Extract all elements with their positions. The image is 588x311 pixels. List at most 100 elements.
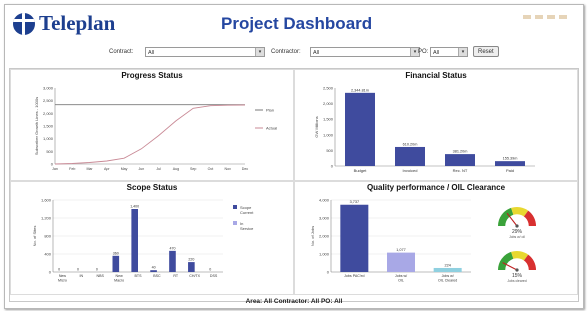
- teleplan-logo-icon: [13, 12, 35, 35]
- x-tick-label: Sep: [190, 167, 196, 171]
- financial-chart: 0 500 1,000 1,500 2,000 2,500 GW Millions 2,344…: [314, 86, 535, 173]
- bar: [340, 204, 369, 272]
- gauge-caption: Jobs cleared: [507, 279, 526, 283]
- x-tick-label: Macro: [114, 279, 124, 283]
- dashboard-window: Teleplan Project Dashboard Contract: All…: [4, 4, 584, 309]
- x-tick-label: RT: [173, 274, 179, 278]
- scope-chart: 04008001,2001,600No. of Sites0NewMicro0I…: [32, 198, 254, 283]
- y-tick-label: 0: [51, 162, 54, 167]
- x-tick-label: New: [59, 274, 67, 278]
- data-label: 220: [188, 258, 194, 262]
- x-tick-label: Jun: [138, 167, 144, 171]
- data-label: 360: [113, 251, 119, 255]
- y-tick-label: 1,600: [41, 198, 52, 203]
- y-axis-title: Subscriber Growth Lines - 1000s: [34, 97, 39, 155]
- bar: [387, 252, 415, 272]
- y-tick-label: 3,000: [43, 86, 54, 91]
- quality-panel: Quality performance / OIL Clearance 0 1,0…: [294, 181, 578, 295]
- contract-select[interactable]: All ▾: [145, 47, 265, 57]
- logo-text: Teleplan: [39, 11, 116, 35]
- po-select[interactable]: All ▾: [430, 47, 468, 57]
- contract-label: Contract:: [109, 49, 134, 55]
- financial-panel-title: Financial Status: [405, 71, 467, 80]
- legend-label: Service: [240, 226, 254, 231]
- bar: [169, 250, 176, 272]
- x-tick-label: Invoiced: [403, 168, 418, 173]
- x-tick-label: Jobs w/: [395, 274, 407, 278]
- x-tick-label: Micro: [58, 279, 67, 283]
- y-tick-label: 1,000: [319, 252, 330, 257]
- x-tick-label: New: [116, 274, 124, 278]
- quality-chart: 0 1,000 2,000 3,000 4,000 No. of Jobs 3,737 Job…: [310, 198, 537, 283]
- data-label: 0: [77, 268, 79, 272]
- y-tick-label: 1,500: [323, 117, 334, 122]
- data-label: 1,077: [396, 248, 406, 252]
- bar: [433, 267, 462, 272]
- y-tick-label: 1,000: [43, 136, 54, 141]
- progress-panel: Progress Status 0 500 1,000 1,500 2,000 2,500…: [10, 69, 294, 181]
- y-tick-label: 2,000: [43, 111, 54, 116]
- y-tick-label: 500: [46, 149, 53, 154]
- y-tick-label: 2,500: [43, 98, 54, 103]
- data-label: 0: [96, 268, 98, 272]
- filter-summary: Area: All Contractor: All PO: All: [245, 298, 343, 305]
- po-select-value: All: [433, 50, 440, 56]
- x-tick-label: Rec. NT: [453, 168, 468, 173]
- y-tick-label: 2,000: [323, 101, 334, 106]
- x-tick-label: May: [121, 167, 128, 171]
- chevron-down-icon[interactable]: ▾: [255, 48, 264, 56]
- data-label: 381.20m: [453, 150, 468, 154]
- y-axis-title: GW Millions: [314, 116, 319, 137]
- y-tick-label: 400: [44, 252, 51, 257]
- y-tick-label: 1,000: [323, 132, 334, 137]
- gauge-hub: [515, 268, 519, 272]
- data-label: 2,344.81m: [351, 88, 369, 92]
- data-label: 0: [209, 268, 211, 272]
- chevron-down-icon[interactable]: ▾: [458, 48, 467, 56]
- quality-panel-title: Quality performance / OIL Clearance: [366, 183, 506, 192]
- y-tick-label: 0: [327, 270, 330, 275]
- financial-panel: Financial Status 0 500 1,000 1,500 2,000 2,50…: [294, 69, 578, 181]
- gauge-caption: Jobs w/ oil: [509, 235, 525, 239]
- progress-panel-title: Progress Status: [121, 71, 183, 80]
- scope-panel: Scope Status 0 400 800 1,200 1,600 No. of Sit…: [10, 181, 294, 295]
- y-axis-title: No. of Sites: [32, 226, 37, 247]
- data-label: 610.20m: [403, 142, 418, 146]
- x-tick-label: OIL Cleared: [438, 279, 457, 283]
- y-tick-label: 1,200: [41, 216, 52, 221]
- contractor-label: Contractor:: [271, 49, 301, 55]
- data-label: 3,737: [350, 200, 360, 204]
- x-tick-label: OIL: [398, 279, 404, 283]
- x-tick-label: Jobs w/: [442, 274, 454, 278]
- x-tick-label: Feb: [69, 167, 75, 171]
- filter-bar: Contract: All ▾ Contractor: All ▾ PO: Al…: [5, 45, 583, 61]
- x-tick-label: Aug: [173, 167, 179, 171]
- y-tick-label: 2,000: [319, 234, 330, 239]
- contractor-select[interactable]: All ▾: [310, 47, 420, 57]
- data-label: 155.39m: [503, 157, 518, 161]
- bar: [345, 92, 375, 166]
- x-tick-label: NBS: [97, 274, 105, 278]
- legend-label: Current: [240, 210, 254, 215]
- x-tick-label: Jobs PAC'ed: [344, 274, 364, 278]
- data-label: 224: [444, 263, 450, 267]
- y-tick-label: 1,500: [43, 124, 54, 129]
- bar: [188, 262, 195, 272]
- x-tick-label: Oct: [208, 167, 214, 171]
- x-tick-label: BTS: [135, 274, 143, 278]
- x-tick-label: BSC: [153, 274, 161, 278]
- legend-swatch: [233, 205, 237, 209]
- page-title: Project Dashboard: [221, 14, 373, 33]
- bar: [131, 209, 138, 272]
- progress-chart: 0 500 1,000 1,500 2,000 2,500 3,000 Subscriber …: [34, 86, 277, 172]
- x-tick-label: Dec: [242, 167, 249, 171]
- reset-button[interactable]: Reset: [473, 46, 499, 57]
- bar: [395, 146, 425, 166]
- x-tick-label: Paid: [506, 168, 514, 173]
- data-label: 0: [58, 268, 60, 272]
- y-tick-label: 2,500: [323, 86, 334, 91]
- legend-label: Actual: [266, 126, 277, 131]
- y-tick-label: 0: [49, 270, 52, 275]
- y-tick-label: 4,000: [319, 198, 330, 203]
- logo: Teleplan: [13, 11, 115, 36]
